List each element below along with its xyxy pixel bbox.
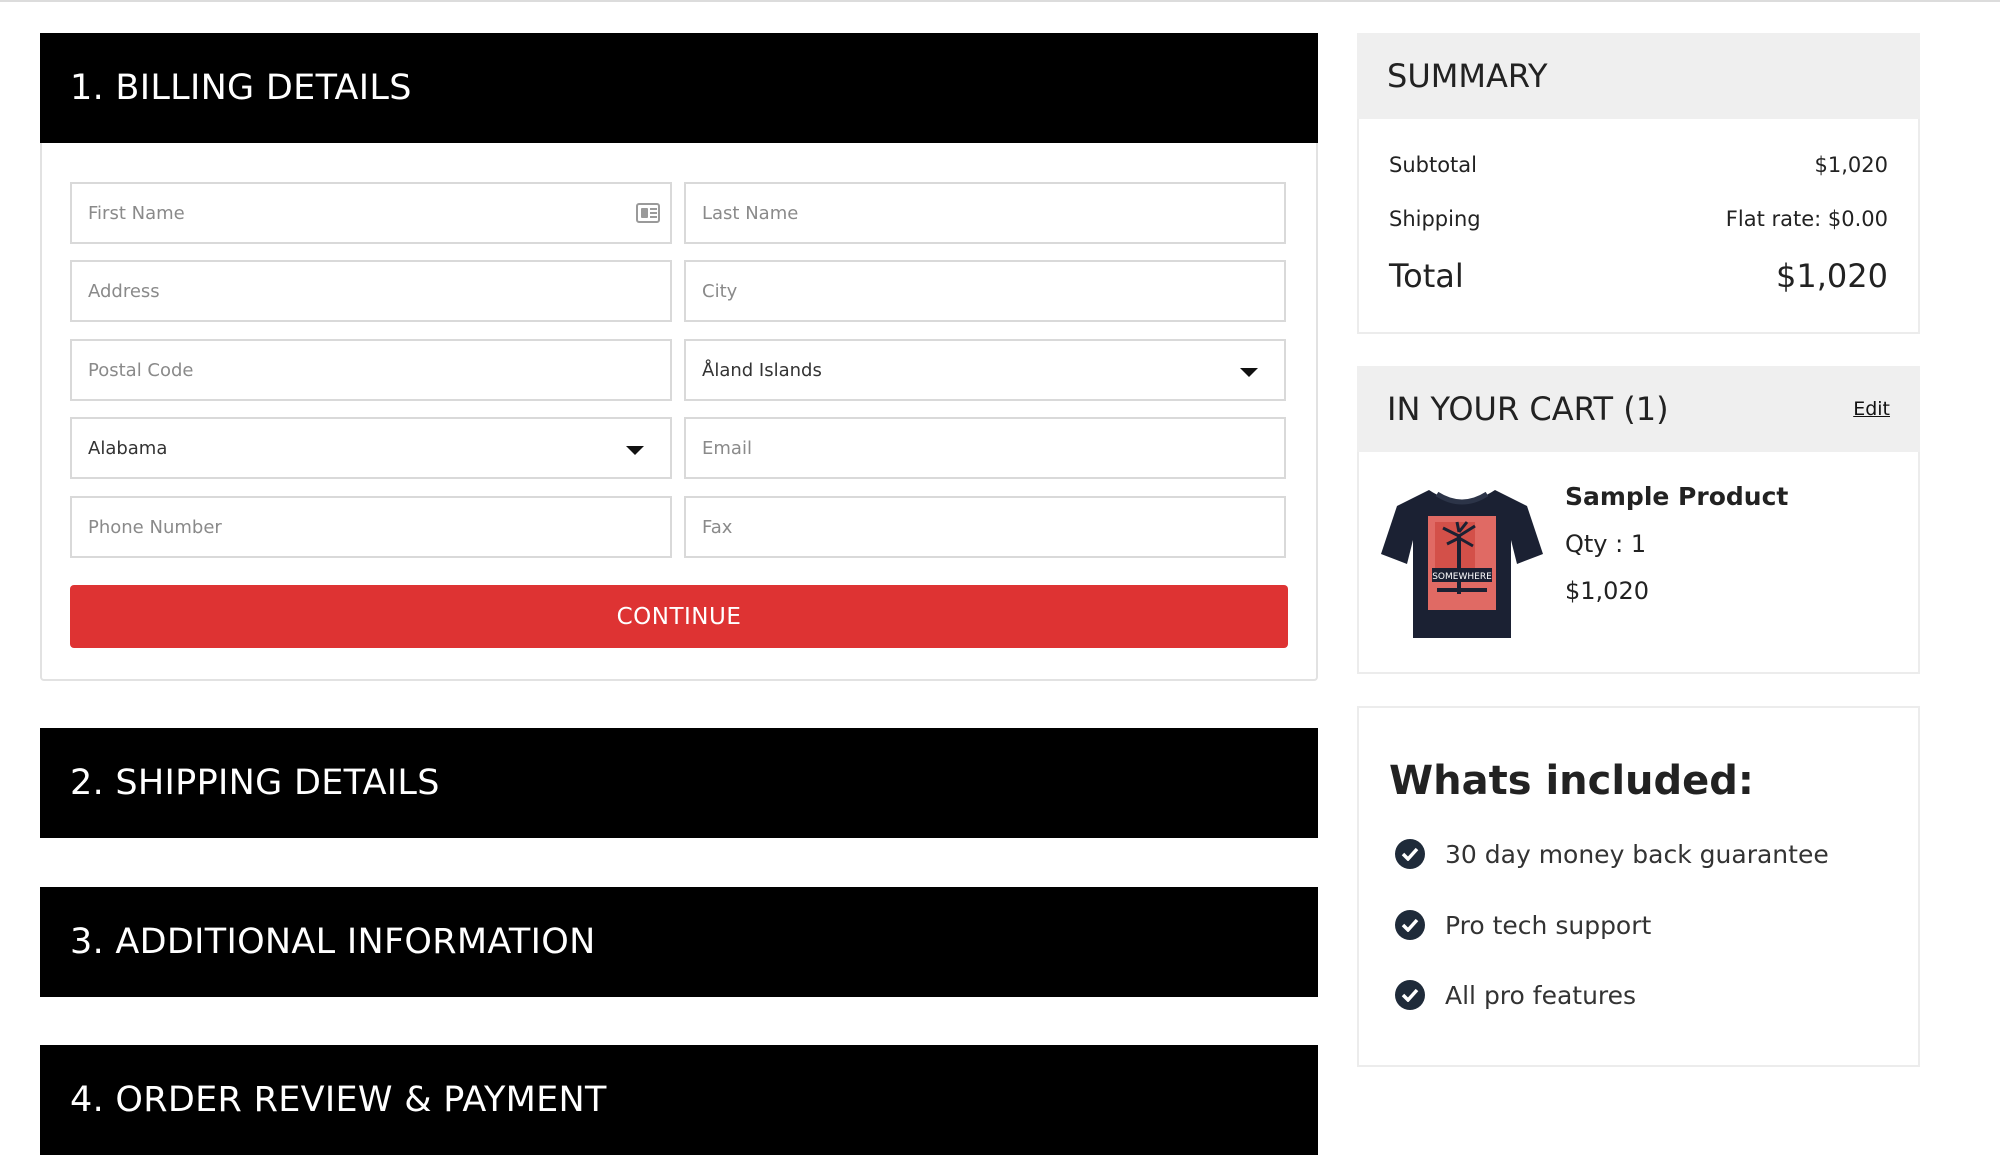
last-name-placeholder: Last Name — [702, 202, 799, 224]
first-name-placeholder: First Name — [88, 202, 185, 224]
check-circle-icon — [1395, 980, 1425, 1010]
top-divider — [0, 0, 2000, 2]
summary-panel: Subtotal $1,020 Shipping Flat rate: $0.0… — [1357, 119, 1920, 334]
summary-header: SUMMARY — [1357, 33, 1920, 119]
feature-item: All pro features — [1395, 980, 1636, 1010]
total-row: Total $1,020 — [1389, 257, 1888, 295]
contact-card-icon[interactable] — [636, 203, 660, 223]
state-value: Alabama — [88, 437, 168, 459]
postal-code-placeholder: Postal Code — [88, 359, 194, 381]
fax-placeholder: Fax — [702, 516, 733, 538]
check-circle-icon — [1395, 910, 1425, 940]
continue-button-label: CONTINUE — [616, 603, 742, 630]
continue-button[interactable]: CONTINUE — [70, 585, 1288, 648]
section-header-billing[interactable]: 1. BILLING DETAILS — [40, 33, 1318, 143]
phone-number-field[interactable]: Phone Number — [70, 496, 672, 558]
fax-field[interactable]: Fax — [684, 496, 1286, 558]
product-name[interactable]: Sample Product — [1565, 482, 1788, 511]
address-field[interactable]: Address — [70, 260, 672, 322]
section-title: 3. ADDITIONAL INFORMATION — [70, 922, 596, 962]
cart-header: IN YOUR CART (1) Edit — [1357, 366, 1920, 452]
edit-cart-link[interactable]: Edit — [1853, 398, 1890, 420]
state-select[interactable]: Alabama — [70, 417, 672, 479]
email-field[interactable]: Email — [684, 417, 1286, 479]
feature-label: 30 day money back guarantee — [1445, 839, 1829, 869]
whats-included-panel: Whats included: 30 day money back guaran… — [1357, 706, 1920, 1067]
product-price: $1,020 — [1565, 577, 1649, 605]
first-name-field[interactable]: First Name — [70, 182, 672, 244]
chevron-down-icon — [626, 446, 644, 455]
section-header-additional-information[interactable]: 3. ADDITIONAL INFORMATION — [40, 887, 1318, 997]
section-title: 4. ORDER REVIEW & PAYMENT — [70, 1080, 607, 1120]
subtotal-row: Subtotal $1,020 — [1389, 153, 1888, 177]
email-placeholder: Email — [702, 437, 752, 459]
feature-label: Pro tech support — [1445, 910, 1652, 940]
shipping-value: Flat rate: $0.00 — [1725, 207, 1888, 231]
shipping-row: Shipping Flat rate: $0.00 — [1389, 207, 1888, 231]
subtotal-label: Subtotal — [1389, 153, 1477, 177]
city-placeholder: City — [702, 280, 738, 302]
chevron-down-icon — [1240, 368, 1258, 377]
address-placeholder: Address — [88, 280, 160, 302]
feature-item: 30 day money back guarantee — [1395, 839, 1829, 869]
summary-title: SUMMARY — [1387, 57, 1548, 95]
feature-item: Pro tech support — [1395, 910, 1651, 940]
cart-panel: SOMEWHERE Sample Product Qty : 1 $1,020 — [1357, 452, 1920, 674]
postal-code-field[interactable]: Postal Code — [70, 339, 672, 401]
country-value: Åland Islands — [702, 359, 822, 381]
product-shirt-text: SOMEWHERE — [1432, 572, 1492, 582]
last-name-field[interactable]: Last Name — [684, 182, 1286, 244]
phone-number-placeholder: Phone Number — [88, 516, 222, 538]
subtotal-value: $1,020 — [1814, 153, 1888, 177]
feature-label: All pro features — [1445, 980, 1637, 1010]
product-image[interactable]: SOMEWHERE — [1377, 476, 1547, 646]
section-title: 2. SHIPPING DETAILS — [70, 763, 440, 803]
check-circle-icon — [1395, 839, 1425, 869]
shipping-label: Shipping — [1389, 207, 1481, 231]
section-header-order-review-payment[interactable]: 4. ORDER REVIEW & PAYMENT — [40, 1045, 1318, 1155]
total-label: Total — [1389, 257, 1464, 295]
whats-included-title: Whats included: — [1389, 758, 1754, 804]
country-select[interactable]: Åland Islands — [684, 339, 1286, 401]
section-header-shipping[interactable]: 2. SHIPPING DETAILS — [40, 728, 1318, 838]
product-qty: Qty : 1 — [1565, 530, 1647, 558]
city-field[interactable]: City — [684, 260, 1286, 322]
total-value: $1,020 — [1776, 257, 1888, 295]
cart-title: IN YOUR CART (1) — [1387, 390, 1669, 428]
section-title: 1. BILLING DETAILS — [70, 68, 412, 108]
